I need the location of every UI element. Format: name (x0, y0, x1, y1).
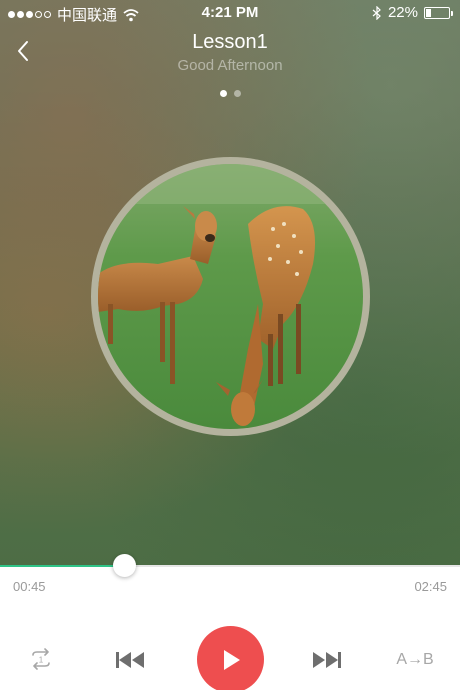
progress-thumb[interactable] (113, 554, 137, 577)
skip-next-icon (313, 652, 341, 668)
cover-art-frame (91, 157, 370, 436)
page-indicator (0, 90, 460, 97)
cover-art-image (98, 164, 363, 429)
status-right: 22% (372, 4, 453, 21)
status-bar: 中国联通 4:21 PM 22% (0, 0, 460, 26)
battery-icon (424, 6, 453, 19)
page-title: Lesson1 (192, 31, 268, 53)
play-button[interactable] (197, 626, 264, 690)
back-arrow-icon (18, 41, 28, 61)
skip-previous-icon (116, 652, 144, 668)
repeat-one-button[interactable]: 1 (24, 645, 58, 673)
battery-fill (426, 8, 431, 17)
progress-slider[interactable] (0, 554, 460, 577)
ab-repeat-button[interactable]: A→B (393, 647, 437, 673)
repeat-one-icon: 1 (32, 648, 50, 670)
battery-percent: 22% (387, 4, 418, 21)
title-block: Lesson1 Good Afternoon (80, 31, 380, 74)
play-icon (223, 649, 240, 670)
total-time: 02:45 (414, 579, 447, 594)
playback-controls: 1 A→B (0, 625, 460, 690)
current-time: 00:45 (13, 579, 46, 594)
back-button[interactable] (8, 36, 38, 66)
previous-track-button[interactable] (111, 647, 149, 673)
next-track-button[interactable] (308, 647, 346, 673)
bluetooth-icon (372, 5, 381, 20)
page-dot[interactable] (233, 90, 241, 97)
progress-fill (0, 565, 125, 567)
player-background: 中国联通 4:21 PM 22% Lesson1 Good Afternoon (0, 0, 460, 567)
page-subtitle: Good Afternoon (177, 57, 283, 74)
repeat-badge: 1 (39, 656, 44, 665)
page-dot[interactable] (219, 90, 227, 97)
